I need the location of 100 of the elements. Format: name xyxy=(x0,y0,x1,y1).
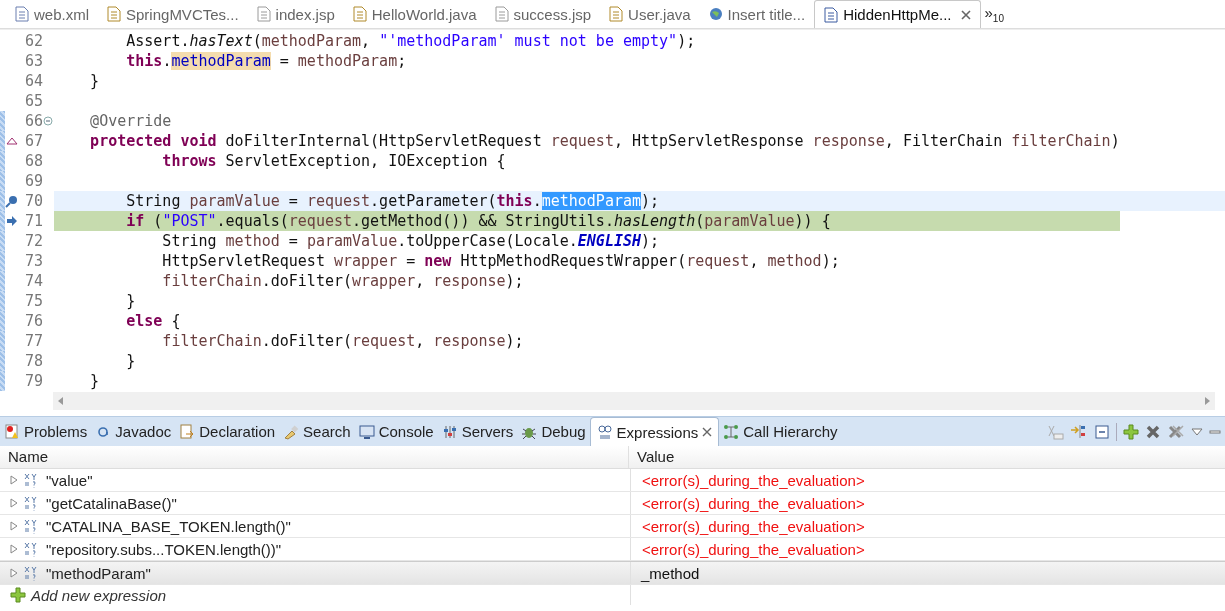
editor-tab[interactable]: HiddenHttpMe... xyxy=(814,0,981,28)
view-tab[interactable]: Javadoc xyxy=(91,417,176,446)
expression-row[interactable]: "getCatalinaBase()" <error(s)_during_the_evaluation> xyxy=(0,492,1225,515)
line-number: 76 xyxy=(23,311,43,331)
view-tab[interactable]: Debug xyxy=(517,417,590,446)
editor-tab[interactable]: web.xml xyxy=(6,0,98,28)
view-tab[interactable]: Servers xyxy=(437,417,518,446)
close-icon[interactable] xyxy=(702,427,713,437)
editor-tab[interactable]: success.jsp xyxy=(485,0,601,28)
line-number: 72 xyxy=(23,231,43,251)
code-line: else { xyxy=(125,312,181,330)
collapse-arrow-icon[interactable] xyxy=(1070,423,1088,440)
line-number: 75 xyxy=(23,291,43,311)
expression-row[interactable]: "value" <error(s)_during_the_evaluation> xyxy=(0,469,1225,492)
collapse-all-icon[interactable] xyxy=(1094,423,1110,440)
file-icon xyxy=(256,6,271,22)
line-number: 67 xyxy=(23,131,43,151)
expand-triangle-icon[interactable] xyxy=(10,475,18,485)
expression-name: "repository.subs...TOKEN.length())" xyxy=(46,540,282,558)
line-number: 63 xyxy=(23,51,43,71)
editor-tab[interactable]: HelloWorld.java xyxy=(343,0,486,28)
expression-row[interactable]: "methodParam" _method xyxy=(0,561,1225,585)
code-line: filterChain.doFilter(request, response); xyxy=(161,332,524,350)
line-number: 70 xyxy=(23,191,43,211)
expression-value: <error(s)_during_the_evaluation> xyxy=(641,517,865,535)
scroll-right-icon[interactable] xyxy=(1203,396,1211,406)
line-number: 79 xyxy=(23,371,43,391)
code-line: if ("POST".equals(request.getMethod()) && StringUtils.hasLength(paramValue)) { xyxy=(125,212,831,230)
warning-board-icon xyxy=(4,423,20,440)
sliders-icon xyxy=(441,423,458,440)
code-line: filterChain.doFilter(wrapper, response); xyxy=(161,272,524,290)
file-icon xyxy=(352,6,367,22)
code-line: String method = paramValue.toUpperCase(Locale.ENGLISH); xyxy=(161,232,660,250)
view-menu-icon[interactable] xyxy=(1191,426,1203,437)
add-icon[interactable] xyxy=(1123,423,1139,440)
tree-nodes-icon xyxy=(723,423,740,440)
code-line: this.methodParam = methodParam; xyxy=(125,52,407,70)
code-line: throws ServletException, IOException { xyxy=(161,152,506,170)
line-number: 65 xyxy=(23,91,43,111)
breakpoint-icon[interactable] xyxy=(5,194,19,208)
code-line: protected void doFilterInternal(HttpServletRequest request, HttpServletResponse response, FilterChain filterChain) xyxy=(89,132,1120,150)
editor-tab[interactable]: Insert title... xyxy=(699,0,815,28)
column-header[interactable]: Value xyxy=(629,446,1225,468)
fold-toggle-icon[interactable] xyxy=(43,116,53,126)
view-tab[interactable]: Expressions xyxy=(589,417,720,446)
close-icon[interactable] xyxy=(960,9,971,20)
expression-row[interactable]: "CATALINA_BASE_TOKEN.length()" <error(s)_during_the_evaluation> xyxy=(0,515,1225,538)
globe-icon xyxy=(708,7,723,21)
file-icon xyxy=(15,6,29,22)
add-expression-link[interactable]: Add new expression xyxy=(31,586,167,604)
view-tab[interactable]: Search xyxy=(279,417,355,446)
flashlight-icon xyxy=(283,423,300,440)
expression-value: <error(s)_during_the_evaluation> xyxy=(641,540,865,558)
line-number: 71 xyxy=(23,211,43,231)
expression-name: "methodParam" xyxy=(46,564,151,582)
horizontal-scrollbar[interactable] xyxy=(53,392,1215,410)
expression-value: <error(s)_during_the_evaluation> xyxy=(641,494,865,512)
line-number: 77 xyxy=(23,331,43,351)
expand-triangle-icon[interactable] xyxy=(10,521,18,531)
line-number: 64 xyxy=(23,71,43,91)
document-arrow-icon xyxy=(179,423,196,440)
file-icon xyxy=(107,6,121,22)
code-line: } xyxy=(125,292,136,310)
scroll-left-icon[interactable] xyxy=(57,396,65,406)
code-line: HttpServletRequest wrapper = new HttpMethodRequestWrapper(request, method); xyxy=(161,252,840,270)
variables-icon xyxy=(596,424,613,440)
file-icon xyxy=(494,6,509,22)
line-number: 69 xyxy=(23,171,43,191)
editor-tab[interactable]: User.java xyxy=(600,0,700,28)
expression-name: "getCatalinaBase()" xyxy=(46,494,177,512)
view-tab[interactable]: Call Hierarchy xyxy=(719,417,842,446)
expression-value: <error(s)_during_the_evaluation> xyxy=(641,471,865,489)
column-header[interactable]: Name xyxy=(0,446,629,468)
file-icon xyxy=(824,6,839,23)
monitor-icon xyxy=(358,423,375,440)
expression-name: "value" xyxy=(46,471,93,489)
line-number: 62 xyxy=(23,31,43,51)
file-icon xyxy=(609,6,624,22)
view-tab[interactable]: Console xyxy=(354,417,438,446)
expand-triangle-icon[interactable] xyxy=(10,568,18,578)
instruction-pointer-icon xyxy=(6,215,18,227)
view-tab[interactable]: Problems xyxy=(0,417,92,446)
more-tabs-button[interactable]: »$_{10}$ xyxy=(980,4,1008,24)
expand-triangle-icon[interactable] xyxy=(10,498,18,508)
line-number: 74 xyxy=(23,271,43,291)
expression-value: _method xyxy=(641,564,700,582)
view-tab[interactable]: Declaration xyxy=(175,417,280,446)
expand-triangle-icon[interactable] xyxy=(10,544,18,554)
line-number: 73 xyxy=(23,251,43,271)
code-line: } xyxy=(89,372,100,390)
remove-icon[interactable] xyxy=(1145,423,1161,440)
editor-tab[interactable]: index.jsp xyxy=(247,0,344,28)
expression-name: "CATALINA_BASE_TOKEN.length()" xyxy=(46,517,291,535)
editor-tab[interactable]: SpringMVCTes... xyxy=(98,0,248,28)
code-line: } xyxy=(125,352,136,370)
line-number: 78 xyxy=(23,351,43,371)
code-line: Assert.hasText(methodParam, "'methodParam' must not be empty"); xyxy=(125,32,696,50)
remove-all-icon[interactable] xyxy=(1167,423,1185,440)
code-line: } xyxy=(89,72,100,90)
add-icon xyxy=(10,587,26,603)
